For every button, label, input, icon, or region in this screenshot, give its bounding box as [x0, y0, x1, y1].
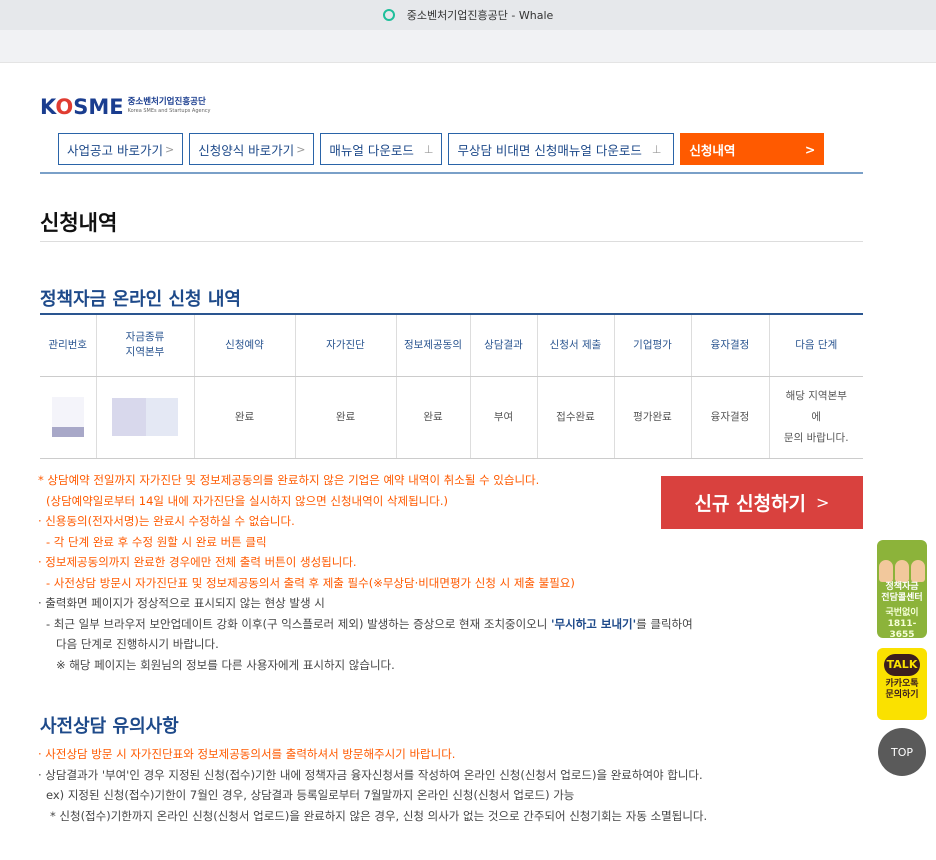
header-reservation: 신청예약	[193, 313, 295, 377]
application-table: 관리번호 자금종류 지역본부 신청예약 자가진단 정보제공동의 상담결과 신청서…	[40, 313, 863, 459]
cell-self-diagnosis: 완료	[294, 376, 396, 459]
download-icon: ⊥	[651, 142, 662, 156]
kakaotalk-icon: TALK	[884, 654, 920, 676]
title-divider	[40, 241, 863, 242]
download-icon: ⊥	[423, 142, 434, 156]
note-line: * 신청(접수)기한까지 온라인 신청(신청서 업로드)을 완료하지 않은 경우…	[50, 808, 708, 823]
logo-subtitle: 중소벤처기업진흥공단 Korea SMEs and Startups Agenc…	[127, 97, 211, 115]
logo-wordmark: KOSME	[40, 95, 124, 119]
scroll-top-button[interactable]: TOP	[878, 728, 926, 776]
cell-reservation: 완료	[193, 376, 295, 459]
chevron-right-icon: >	[816, 493, 830, 512]
application-form-link[interactable]: 신청양식 바로가기 >	[189, 133, 315, 165]
new-application-button[interactable]: 신규 신청하기 >	[661, 476, 863, 529]
cell-fund-type-region	[95, 376, 194, 459]
application-history-tab[interactable]: 신청내역 >	[680, 133, 825, 165]
cell-evaluation: 평가완료	[613, 376, 691, 459]
business-notice-link[interactable]: 사업공고 바로가기 >	[58, 133, 184, 165]
note-line: · 상담결과가 '부여'인 경우 지정된 신청(접수)기한 내에 정책자금 융자…	[38, 767, 703, 782]
kakaotalk-inquiry-button[interactable]: TALK 카카오톡 문의하기	[877, 648, 927, 720]
note-line: - 사전상담 방문시 자가진단표 및 정보제공동의서 출력 후 제출 필수(※무…	[46, 575, 575, 590]
chevron-right-icon: >	[164, 142, 175, 156]
note-line: · 정보제공동의까지 완료한 경우에만 전체 출력 버튼이 생성됩니다.	[38, 555, 357, 569]
contactless-manual-download-button[interactable]: 무상담 비대면 신청매뉴얼 다운로드 ⊥	[448, 133, 675, 165]
note-line: * 상담예약 전일까지 자가진단 및 정보제공동의를 완료하지 않은 기업은 예…	[38, 473, 540, 487]
redacted-value	[51, 397, 84, 437]
header-info-consent: 정보제공동의	[395, 313, 470, 377]
chevron-right-icon: >	[804, 141, 816, 157]
header-fund-type-region: 자금종류 지역본부	[95, 313, 194, 377]
consultants-icon	[877, 540, 927, 582]
header-loan-decision: 융자결정	[690, 313, 769, 377]
consult-notes: · 사전상담 방문 시 자가진단표와 정보제공동의서를 출력하셔서 방문해주시기…	[38, 744, 707, 826]
note-line: · 출력화면 페이지가 정상적으로 표시되지 않는 현상 발생 시	[38, 596, 325, 610]
header-consult-result: 상담결과	[469, 313, 537, 377]
header-evaluation: 기업평가	[613, 313, 691, 377]
header-management-number: 관리번호	[40, 313, 96, 377]
top-nav: 사업공고 바로가기 > 신청양식 바로가기 > 매뉴얼 다운로드 ⊥ 무상담 비대면…	[58, 133, 825, 165]
whale-browser-icon	[382, 9, 395, 21]
manual-download-button[interactable]: 매뉴얼 다운로드 ⊥	[320, 133, 443, 165]
note-line: - 각 단계 완료 후 수정 원할 시 완료 버튼 클릭	[46, 534, 267, 549]
nav-divider	[40, 172, 863, 174]
page-title: 신청내역	[40, 211, 118, 235]
cell-consult-result: 부여	[469, 376, 537, 459]
chevron-right-icon: >	[296, 142, 306, 156]
window-title: 중소벤처기업진흥공단 - Whale	[406, 9, 554, 22]
cell-management-number	[40, 376, 96, 459]
note-line: (상담예약일로부터 14일 내에 자가진단을 실시하지 않으면 신청내역이 삭제…	[46, 493, 448, 508]
cell-submission: 접수완료	[536, 376, 614, 459]
policy-fund-callcenter-button[interactable]: 정책자금 전담콜센터 국번없이 1811-3655	[877, 540, 927, 640]
header-next-step: 다음 단계	[768, 313, 863, 377]
note-line: ex) 지정된 신청(접수)기한이 7월인 경우, 상담결과 등록일로부터 7월…	[46, 788, 575, 802]
note-line: · 신용동의(전자서명)는 완료시 수정하실 수 없습니다.	[38, 514, 295, 528]
note-line: ※ 해당 페이지는 회원님의 정보를 다른 사용자에게 표시하지 않습니다.	[56, 657, 395, 672]
cell-next-step: 해당 지역본부 에 문의 바랍니다.	[768, 376, 863, 459]
browser-toolbar	[0, 30, 936, 63]
cell-loan-decision: 융자결정	[690, 376, 769, 459]
window-titlebar: 중소벤처기업진흥공단 - Whale	[0, 0, 936, 30]
note-line: 다음 단계로 진행하시기 바랍니다.	[56, 637, 219, 651]
kosme-logo[interactable]: KOSME 중소벤처기업진흥공단 Korea SMEs and Startups…	[40, 96, 210, 118]
application-notes: * 상담예약 전일까지 자가진단 및 정보제공동의를 완료하지 않은 기업은 예…	[38, 470, 693, 675]
table-row: 완료 완료 완료 부여 접수완료 평가완료 융자결정 해당 지역본부 에 문의 …	[40, 376, 863, 459]
ignore-and-send-text: '무시하고 보내기'	[551, 616, 637, 631]
header-self-diagnosis: 자가진단	[294, 313, 396, 377]
redacted-value	[112, 398, 178, 436]
section-title-consult-notes: 사전상담 유의사항	[40, 716, 179, 737]
note-line: - 최근 일부 브라우저 보안업데이트 강화 이후(구 익스플로러 제외) 발생…	[46, 616, 693, 631]
table-header-row: 관리번호 자금종류 지역본부 신청예약 자가진단 정보제공동의 상담결과 신청서…	[40, 313, 863, 377]
section-title-online-applications: 정책자금 온라인 신청 내역	[40, 289, 241, 310]
cell-info-consent: 완료	[395, 376, 470, 459]
header-submission: 신청서 제출	[536, 313, 614, 377]
note-line: · 사전상담 방문 시 자가진단표와 정보제공동의서를 출력하셔서 방문해주시기…	[38, 747, 456, 761]
